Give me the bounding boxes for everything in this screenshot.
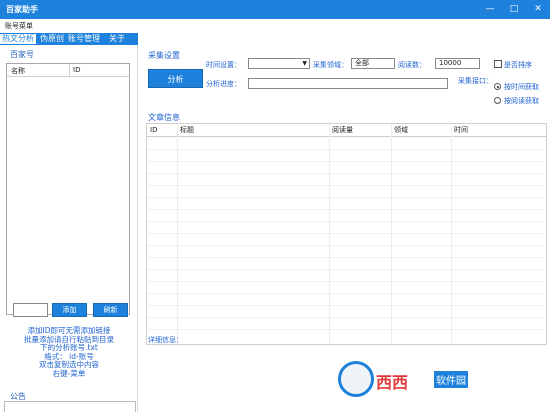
watermark-logo: 西西 软件园: [338, 361, 538, 399]
row-divider: [147, 173, 546, 174]
sort-label: 是否排序: [504, 61, 532, 69]
column-id[interactable]: ID: [147, 124, 177, 137]
radio-by-read-label: 按阅读获取: [504, 97, 539, 105]
analyze-button[interactable]: 分析: [148, 69, 203, 88]
row-divider: [147, 233, 546, 234]
account-list[interactable]: 名称 ID: [6, 63, 130, 315]
time-setting-label: 时间设置：: [206, 61, 241, 69]
row-divider: [147, 317, 546, 318]
collect-settings-title: 采集设置: [148, 51, 180, 60]
row-divider: [147, 209, 546, 210]
column-id[interactable]: ID: [73, 66, 80, 74]
radio-by-read[interactable]: [494, 97, 501, 104]
row-divider: [147, 149, 546, 150]
read-count-input[interactable]: 10000: [435, 58, 480, 69]
collect-interface-label: 采集接口：: [458, 77, 493, 85]
menu-bar: 账号菜单: [0, 19, 550, 32]
help-line: 右键-菜单: [52, 368, 86, 378]
row-divider: [147, 329, 546, 330]
sort-checkbox[interactable]: [494, 60, 502, 68]
minimize-icon[interactable]: —: [478, 0, 502, 19]
column-name[interactable]: 名称: [11, 66, 25, 76]
progress-label: 分析进度：: [206, 80, 241, 88]
tab-pseudo-original[interactable]: 伪原创: [40, 34, 64, 44]
column-divider: [391, 124, 392, 344]
column-divider: [329, 124, 330, 344]
logo-circle-icon: [338, 361, 374, 397]
progress-bar: [248, 78, 448, 89]
main-panel: 采集设置 分析 时间设置： ▼ 采集领域： 全部 阅读数： 10000 是否排序…: [140, 45, 550, 412]
row-divider: [147, 245, 546, 246]
detail-info-label: 详细信息：: [148, 336, 183, 344]
section-title-baijiahao: 百家号: [10, 50, 34, 59]
tab-account-management[interactable]: 账号管理: [68, 34, 100, 44]
radio-by-time-label: 按时间获取: [504, 83, 539, 91]
collect-field-label: 采集领域：: [313, 61, 348, 69]
article-info-title: 文章信息: [148, 113, 180, 122]
row-divider: [147, 161, 546, 162]
column-title[interactable]: 标题: [177, 124, 329, 137]
app-title: 百家助手: [6, 5, 38, 14]
row-divider: [147, 305, 546, 306]
title-bar: 百家助手 — □ ✕: [0, 0, 550, 19]
row-divider: [147, 281, 546, 282]
notice-box: [4, 401, 136, 412]
row-divider: [147, 185, 546, 186]
logo-subtext: 软件园: [434, 371, 468, 388]
chevron-down-icon: ▼: [302, 60, 307, 67]
row-divider: [147, 293, 546, 294]
row-divider: [147, 269, 546, 270]
row-divider: [147, 197, 546, 198]
help-text: 添加ID即可无需添加链接 批量添加请自行粘贴到目录 下的分析账号.txt 格式：…: [0, 326, 138, 378]
tab-bar: 热文分析 伪原创 账号管理 关于: [0, 33, 138, 45]
left-panel: 百家号 名称 ID 添加 刷新 添加ID即可无需添加链接 批量添加请自行粘贴到目…: [0, 45, 138, 412]
logo-text: 西西: [376, 373, 409, 392]
article-table[interactable]: ID 标题 阅读量 领域 时间: [146, 123, 547, 345]
row-divider: [147, 257, 546, 258]
column-divider: [177, 124, 178, 344]
tab-hot-analysis[interactable]: 热文分析: [0, 34, 36, 44]
column-time[interactable]: 时间: [451, 124, 546, 137]
tab-about[interactable]: 关于: [109, 34, 125, 44]
row-divider: [147, 221, 546, 222]
column-field[interactable]: 领域: [391, 124, 451, 137]
refresh-button[interactable]: 刷新: [93, 303, 128, 317]
time-setting-select[interactable]: ▼: [248, 58, 310, 69]
menu-account[interactable]: 账号菜单: [5, 21, 33, 31]
collect-field-input[interactable]: 全部: [351, 58, 395, 69]
read-count-label: 阅读数：: [398, 61, 426, 69]
maximize-icon[interactable]: □: [502, 0, 526, 19]
close-icon[interactable]: ✕: [526, 0, 550, 19]
column-divider: [451, 124, 452, 344]
account-id-input[interactable]: [13, 303, 48, 317]
column-read-count[interactable]: 阅读量: [329, 124, 391, 137]
account-list-header: 名称 ID: [7, 64, 129, 77]
radio-by-time[interactable]: [494, 83, 501, 90]
column-divider: [69, 64, 70, 77]
add-button[interactable]: 添加: [52, 303, 87, 317]
